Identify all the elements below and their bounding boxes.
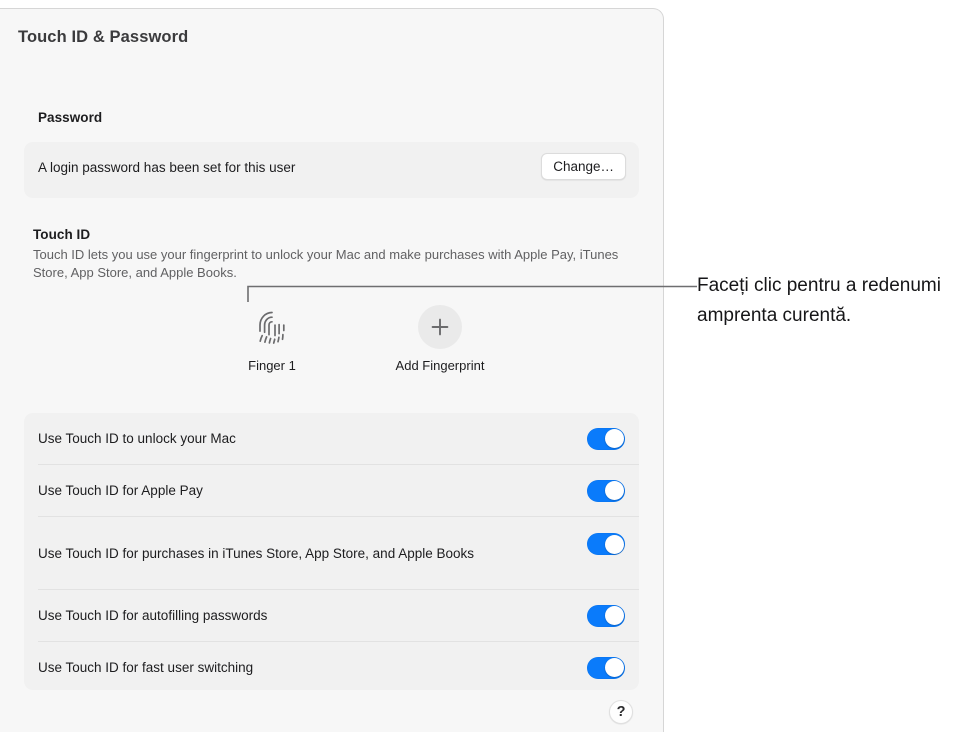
add-fingerprint-circle[interactable]	[380, 303, 500, 351]
toggle-label: Use Touch ID for purchases in iTunes Sto…	[38, 544, 474, 563]
fingerprint-label[interactable]: Finger 1	[212, 358, 332, 373]
password-card: A login password has been set for this u…	[24, 142, 639, 198]
add-fingerprint-label[interactable]: Add Fingerprint	[380, 358, 500, 373]
change-password-button[interactable]: Change…	[541, 153, 626, 180]
toggle-switch-autofill[interactable]	[587, 605, 625, 627]
page-title: Touch ID & Password	[18, 28, 188, 47]
toggle-row-purchases[interactable]: Use Touch ID for purchases in iTunes Sto…	[24, 517, 639, 589]
toggle-switch-unlock-mac[interactable]	[587, 428, 625, 450]
fingerprint-strip: Finger 1 Add Fingerprint	[24, 297, 639, 385]
toggle-knob	[605, 658, 624, 677]
toggle-switch-fast-user-switching[interactable]	[587, 657, 625, 679]
toggle-knob	[605, 429, 624, 448]
toggle-row-fast-user-switching[interactable]: Use Touch ID for fast user switching	[24, 642, 639, 693]
toggle-switch-apple-pay[interactable]	[587, 480, 625, 502]
toggle-label: Use Touch ID to unlock your Mac	[38, 429, 236, 448]
toggle-label: Use Touch ID for Apple Pay	[38, 481, 203, 500]
fingerprint-icon[interactable]	[212, 303, 332, 351]
fingerprint-item-finger-1[interactable]: Finger 1	[212, 303, 332, 373]
toggle-knob	[605, 481, 624, 500]
toggle-row-autofill[interactable]: Use Touch ID for autofilling passwords	[24, 590, 639, 641]
help-button[interactable]: ?	[609, 700, 633, 724]
toggle-label: Use Touch ID for fast user switching	[38, 658, 253, 677]
touch-id-section-heading: Touch ID	[33, 227, 90, 242]
toggle-knob	[605, 606, 624, 625]
plus-icon[interactable]	[418, 305, 462, 349]
touch-id-description: Touch ID lets you use your fingerprint t…	[33, 246, 633, 282]
toggle-label: Use Touch ID for autofilling passwords	[38, 606, 267, 625]
callout-text: Faceți clic pentru a redenumi amprenta c…	[697, 271, 959, 331]
toggle-switch-purchases[interactable]	[587, 533, 625, 555]
toggle-row-unlock-mac[interactable]: Use Touch ID to unlock your Mac	[24, 413, 639, 464]
toggle-row-apple-pay[interactable]: Use Touch ID for Apple Pay	[24, 465, 639, 516]
toggle-knob	[605, 535, 624, 554]
password-section-heading: Password	[38, 110, 102, 125]
touch-id-password-settings-window: Touch ID & Password Password A login pas…	[0, 8, 664, 732]
add-fingerprint-item[interactable]: Add Fingerprint	[380, 303, 500, 373]
password-status-text: A login password has been set for this u…	[38, 160, 295, 175]
touch-id-options-card: Use Touch ID to unlock your Mac Use Touc…	[24, 413, 639, 690]
